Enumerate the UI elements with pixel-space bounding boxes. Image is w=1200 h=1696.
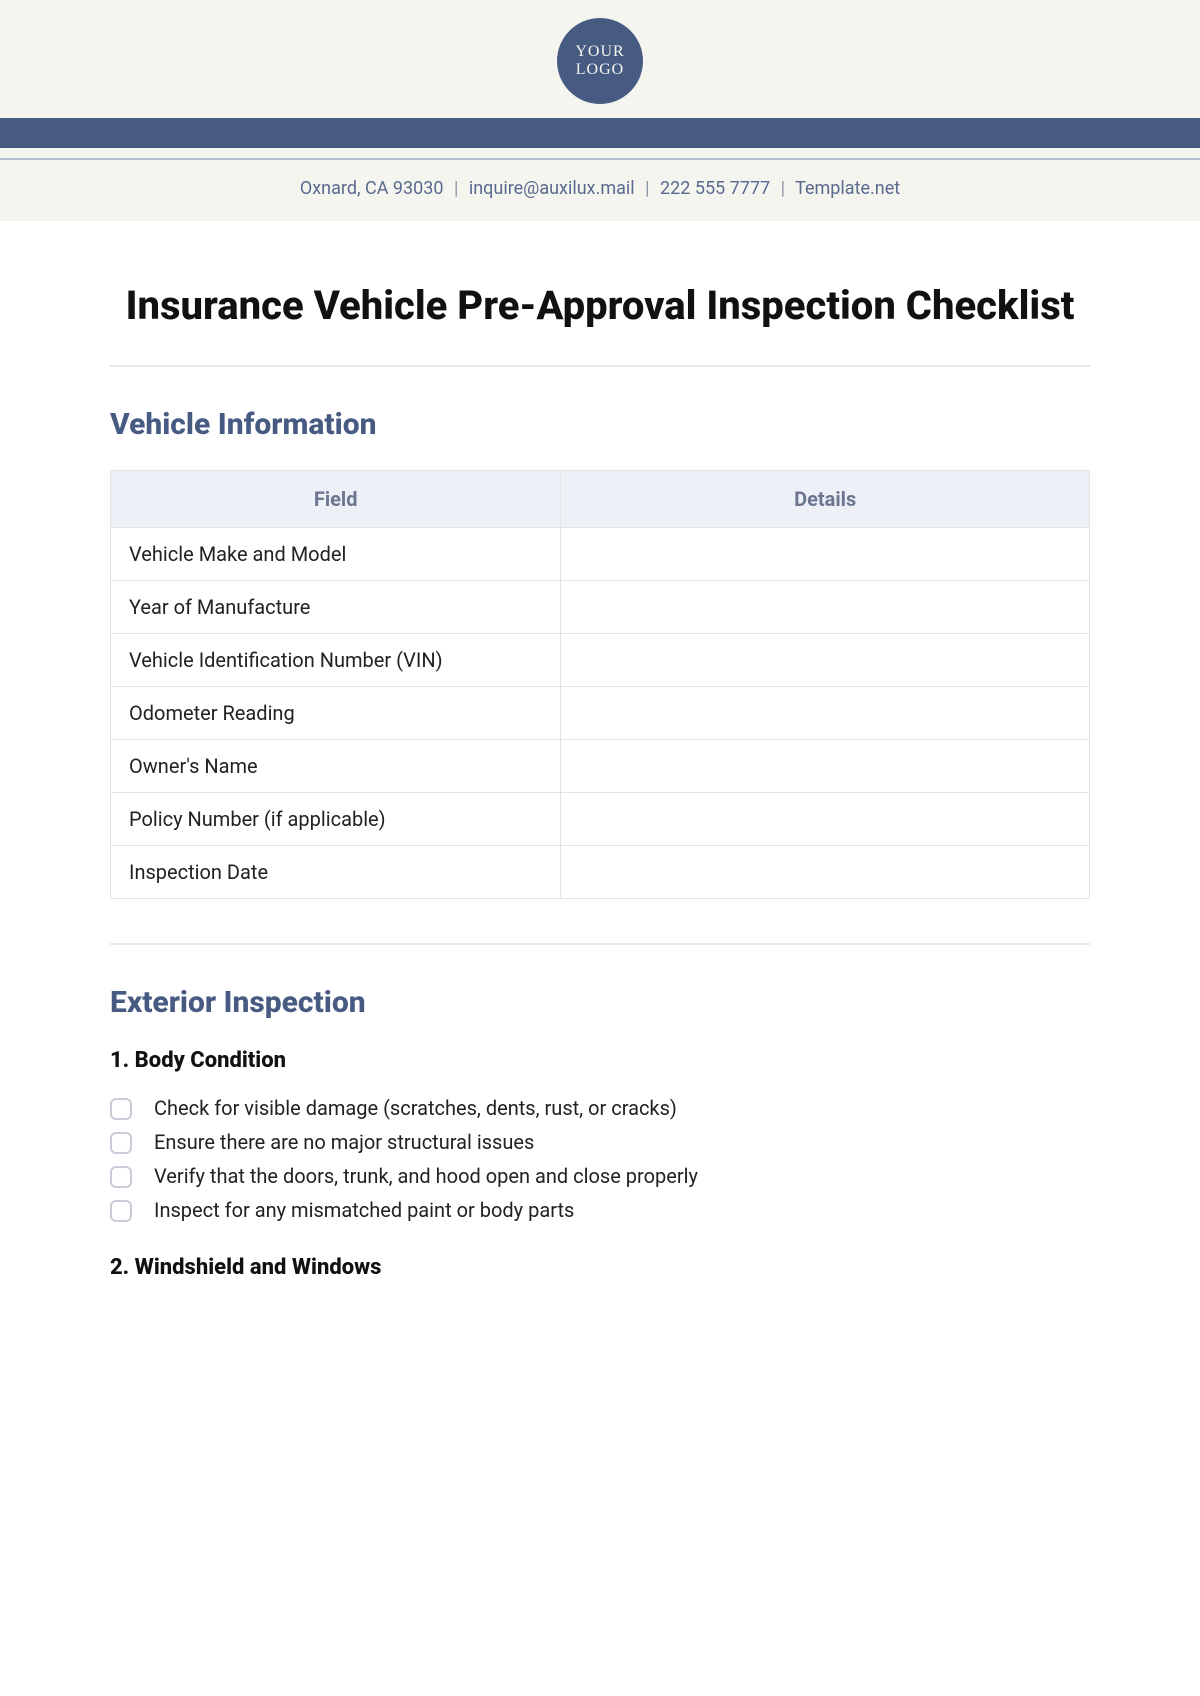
contact-address: Oxnard, CA 93030 <box>300 178 444 199</box>
field-label: Year of Manufacture <box>111 581 561 634</box>
field-label: Vehicle Make and Model <box>111 528 561 581</box>
field-label: Vehicle Identification Number (VIN) <box>111 634 561 687</box>
table-row: Year of Manufacture <box>111 581 1090 634</box>
checkbox-icon[interactable] <box>110 1166 132 1188</box>
separator-icon: | <box>781 178 785 199</box>
table-row: Odometer Reading <box>111 687 1090 740</box>
contact-email: inquire@auxilux.mail <box>469 178 635 199</box>
checkbox-icon[interactable] <box>110 1200 132 1222</box>
logo-line2: LOGO <box>576 61 624 79</box>
list-item: Inspect for any mismatched paint or body… <box>110 1193 1090 1227</box>
field-label: Odometer Reading <box>111 687 561 740</box>
field-label: Owner's Name <box>111 740 561 793</box>
vehicle-info-table: Field Details Vehicle Make and Model Yea… <box>110 470 1090 899</box>
header-bar <box>0 118 1200 148</box>
document-content: Insurance Vehicle Pre-Approval Inspectio… <box>0 221 1200 1338</box>
checklist-text: Check for visible damage (scratches, den… <box>154 1096 677 1120</box>
section-vehicle-info-heading: Vehicle Information <box>110 407 1090 442</box>
table-header-row: Field Details <box>111 471 1090 528</box>
field-value[interactable] <box>561 740 1090 793</box>
logo-placeholder: YOUR LOGO <box>557 18 643 104</box>
checklist-body-condition: Check for visible damage (scratches, den… <box>110 1091 1090 1227</box>
checkbox-icon[interactable] <box>110 1098 132 1120</box>
checklist-text: Inspect for any mismatched paint or body… <box>154 1198 574 1222</box>
contact-phone: 222 555 7777 <box>660 178 770 199</box>
checklist-text: Ensure there are no major structural iss… <box>154 1130 534 1154</box>
checklist-text: Verify that the doors, trunk, and hood o… <box>154 1164 698 1188</box>
section-exterior-heading: Exterior Inspection <box>110 985 1090 1020</box>
field-value[interactable] <box>561 687 1090 740</box>
field-value[interactable] <box>561 793 1090 846</box>
page-title: Insurance Vehicle Pre-Approval Inspectio… <box>110 281 1090 331</box>
logo-wrap: YOUR LOGO <box>0 18 1200 118</box>
field-label: Inspection Date <box>111 846 561 899</box>
list-item: Verify that the doors, trunk, and hood o… <box>110 1159 1090 1193</box>
field-value[interactable] <box>561 634 1090 687</box>
list-item: Check for visible damage (scratches, den… <box>110 1091 1090 1125</box>
table-row: Policy Number (if applicable) <box>111 793 1090 846</box>
separator-icon: | <box>645 178 649 199</box>
field-label: Policy Number (if applicable) <box>111 793 561 846</box>
col-details: Details <box>561 471 1090 528</box>
divider <box>110 943 1090 945</box>
divider <box>110 365 1090 367</box>
subsection-windshield-windows: 2. Windshield and Windows <box>110 1255 1090 1280</box>
contact-site: Template.net <box>795 178 900 199</box>
field-value[interactable] <box>561 528 1090 581</box>
table-row: Owner's Name <box>111 740 1090 793</box>
table-row: Inspection Date <box>111 846 1090 899</box>
list-item: Ensure there are no major structural iss… <box>110 1125 1090 1159</box>
logo-line1: YOUR <box>575 43 624 61</box>
table-row: Vehicle Make and Model <box>111 528 1090 581</box>
separator-icon: | <box>454 178 458 199</box>
table-row: Vehicle Identification Number (VIN) <box>111 634 1090 687</box>
subsection-body-condition: 1. Body Condition <box>110 1048 1090 1073</box>
contact-info-bar: Oxnard, CA 93030 | inquire@auxilux.mail … <box>0 160 1200 221</box>
checkbox-icon[interactable] <box>110 1132 132 1154</box>
field-value[interactable] <box>561 581 1090 634</box>
field-value[interactable] <box>561 846 1090 899</box>
header-area: YOUR LOGO Oxnard, CA 93030 | inquire@aux… <box>0 0 1200 221</box>
col-field: Field <box>111 471 561 528</box>
